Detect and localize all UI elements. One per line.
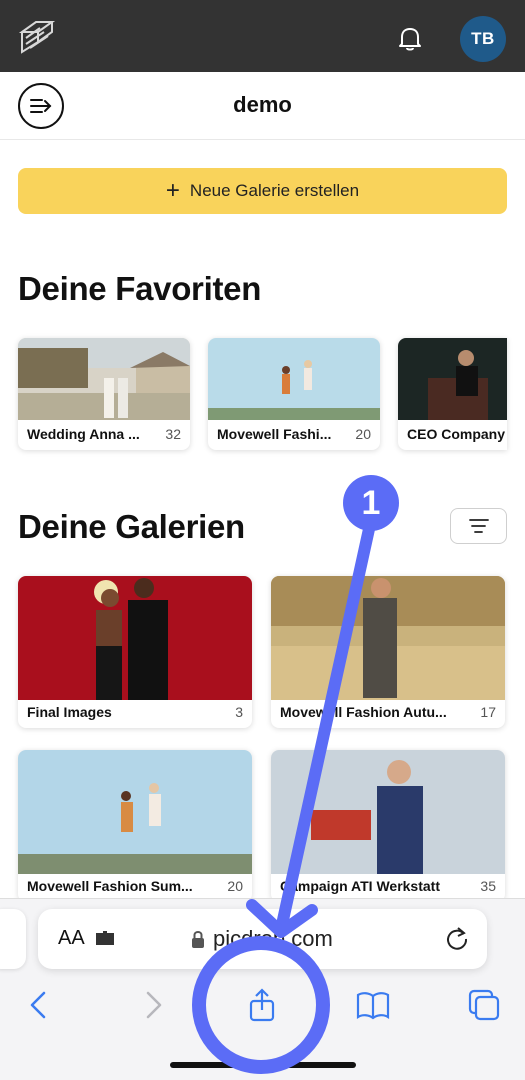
sort-icon	[469, 519, 489, 533]
gallery-title: Movewell Fashion Autu...	[280, 704, 447, 720]
create-gallery-button[interactable]: + Neue Galerie erstellen	[18, 168, 507, 214]
gallery-thumbnail	[208, 338, 380, 420]
gallery-card[interactable]: Movewell Fashion Sum... 20	[18, 750, 252, 902]
bookmarks-icon[interactable]	[355, 987, 391, 1023]
lock-icon	[192, 931, 204, 948]
gallery-thumbnail	[18, 576, 252, 700]
gallery-thumbnail	[18, 750, 252, 874]
reload-icon[interactable]	[444, 925, 470, 951]
gallery-count: 20	[227, 878, 243, 894]
favorite-card[interactable]: CEO Company	[398, 338, 507, 450]
address-bar[interactable]: AA picdrop.com	[38, 909, 487, 969]
gallery-card[interactable]: Movewell Fashion Autu... 17	[271, 576, 505, 728]
gallery-thumbnail	[18, 338, 190, 420]
picdrop-logo-icon[interactable]	[18, 18, 56, 56]
page-header: demo	[0, 72, 525, 140]
plus-icon: +	[165, 177, 180, 204]
favorite-card[interactable]: Wedding Anna ... 32	[18, 338, 190, 450]
sort-button[interactable]	[450, 508, 507, 544]
gallery-card[interactable]: Campaign ATI Werkstatt 35	[271, 750, 505, 902]
favorite-title: Movewell Fashi...	[217, 426, 332, 442]
forward-icon[interactable]	[134, 987, 170, 1023]
gallery-title: Movewell Fashion Sum...	[27, 878, 193, 894]
app-header: TB	[0, 0, 525, 72]
gallery-title: Final Images	[27, 704, 112, 720]
page-title: demo	[233, 92, 292, 117]
gallery-count: 3	[235, 704, 243, 720]
previous-tab-preview[interactable]	[0, 909, 26, 969]
favorite-count: 32	[165, 426, 181, 442]
home-indicator	[170, 1062, 356, 1068]
gallery-thumbnail	[271, 576, 505, 700]
url-text: picdrop.com	[213, 926, 333, 951]
browser-toolbar: AA picdrop.com	[0, 898, 525, 1080]
bell-icon[interactable]	[396, 24, 424, 52]
favorites-heading: Deine Favoriten	[18, 270, 262, 307]
gallery-title: Campaign ATI Werkstatt	[280, 878, 440, 894]
favorite-title: CEO Company	[407, 426, 506, 442]
gallery-thumbnail	[271, 750, 505, 874]
gallery-thumbnail	[398, 338, 507, 420]
gallery-count: 17	[480, 704, 496, 720]
favorite-title: Wedding Anna ...	[27, 426, 140, 442]
favorite-card[interactable]: Movewell Fashi... 20	[208, 338, 380, 450]
back-icon[interactable]	[22, 987, 58, 1023]
gallery-count: 35	[480, 878, 496, 894]
step-number-badge: 1	[343, 475, 399, 531]
create-gallery-label: Neue Galerie erstellen	[189, 181, 360, 200]
share-icon[interactable]	[244, 987, 280, 1023]
text-size-button[interactable]: AA	[58, 927, 85, 950]
tabs-icon[interactable]	[466, 987, 502, 1023]
avatar[interactable]: TB	[460, 16, 506, 62]
extension-icon[interactable]	[94, 929, 116, 949]
gallery-card[interactable]: Final Images 3	[18, 576, 252, 728]
favorite-count: 20	[355, 426, 371, 442]
galleries-heading: Deine Galerien	[18, 508, 245, 545]
